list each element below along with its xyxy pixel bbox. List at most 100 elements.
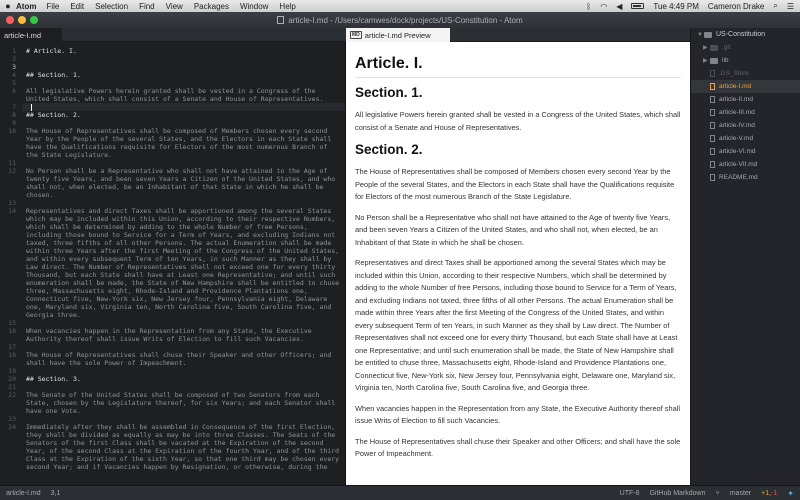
tree-root-folder[interactable]: ▼ US-Constitution <box>691 28 800 41</box>
line-number[interactable]: 12 <box>0 167 16 175</box>
line-number[interactable]: 11 <box>0 159 16 167</box>
line-number[interactable]: 21 <box>0 383 16 391</box>
line-number[interactable]: 22 <box>0 391 16 399</box>
menu-selection[interactable]: Selection <box>95 2 128 11</box>
line-number[interactable]: 23 <box>0 415 16 423</box>
code-line[interactable]: twenty five Years, and been seven Years … <box>26 175 342 183</box>
line-number[interactable]: 16 <box>0 327 16 335</box>
line-number[interactable]: 13 <box>0 199 16 207</box>
line-number[interactable]: 1 <box>0 47 16 55</box>
menu-help[interactable]: Help <box>279 2 295 11</box>
bluetooth-icon[interactable]: ᛒ <box>586 2 591 11</box>
markdown-preview[interactable]: Article. I. Section. 1. All legislative … <box>346 42 690 485</box>
status-cursor-position[interactable]: 3,1 <box>51 490 61 497</box>
line-number[interactable]: 2 <box>0 55 16 63</box>
code-line[interactable]: Year, of the second Class at the Expirat… <box>26 447 342 455</box>
line-number[interactable]: 8 <box>0 111 16 119</box>
window-minimize-button[interactable] <box>18 16 26 24</box>
wifi-icon[interactable]: ◠ <box>600 2 607 11</box>
tree-item-readme-md[interactable]: README.md <box>691 171 800 184</box>
code-line[interactable]: The House of Representatives shall be co… <box>26 127 342 135</box>
menu-clock[interactable]: Tue 4:49 PM <box>653 2 699 11</box>
code-line[interactable]: Representatives and direct Taxes shall b… <box>26 207 342 215</box>
code-line[interactable]: # Article. I. <box>26 47 342 55</box>
window-zoom-button[interactable] <box>30 16 38 24</box>
line-number[interactable]: 5 <box>0 79 16 87</box>
battery-icon[interactable] <box>631 3 645 9</box>
spotlight-search-icon[interactable]: ⌕ <box>773 1 777 11</box>
apple-menu-icon[interactable]: ● <box>0 1 16 11</box>
code-line[interactable]: have the Qualifications requisite for El… <box>26 143 342 151</box>
tab-article-i[interactable]: article-I.md <box>0 28 62 42</box>
status-encoding[interactable]: UTF-8 <box>620 490 640 497</box>
code-line[interactable]: three, Massachusetts eight, Rhode-Island… <box>26 287 342 295</box>
line-number[interactable]: 3 <box>0 63 16 71</box>
status-grammar[interactable]: GitHub Markdown <box>649 490 705 497</box>
line-number[interactable]: 14 <box>0 207 16 215</box>
menu-find[interactable]: Find <box>139 2 155 11</box>
tree-item-lib[interactable]: ▶ lib <box>691 54 800 67</box>
line-number[interactable]: 4 <box>0 71 16 79</box>
line-number[interactable]: 9 <box>0 119 16 127</box>
code-line[interactable]: one, Maryland six, Virginia ten, North C… <box>26 303 342 311</box>
line-number[interactable]: 20 <box>0 375 16 383</box>
menu-user[interactable]: Cameron Drake <box>708 2 764 11</box>
code-line[interactable]: Immediately after they shall be assemble… <box>26 423 342 431</box>
code-line[interactable]: second Year; and if Vacancies happen by … <box>26 463 342 471</box>
menu-view[interactable]: View <box>166 2 183 11</box>
menu-window[interactable]: Window <box>240 2 268 11</box>
line-number[interactable]: 24 <box>0 423 16 431</box>
code-line[interactable]: which shall be determined by adding to t… <box>26 223 342 231</box>
code-line[interactable]: Senators of the first Class shall be vac… <box>26 439 342 447</box>
twitter-icon[interactable]: ✦ <box>787 489 794 498</box>
line-number[interactable]: 17 <box>0 343 16 351</box>
tree-item-article-iii-md[interactable]: article-III.md <box>691 106 800 119</box>
tree-item-article-iv-md[interactable]: article-IV.md <box>691 119 800 132</box>
code-line[interactable]: and within every subsequent Term of ten … <box>26 255 342 263</box>
code-line[interactable]: All legislative Powers herein granted sh… <box>26 87 342 95</box>
chevron-right-icon[interactable]: ▶ <box>703 44 710 51</box>
notification-center-icon[interactable]: ☰ <box>787 2 794 11</box>
menu-file[interactable]: File <box>46 2 59 11</box>
line-number[interactable]: 7 <box>0 103 16 111</box>
menu-edit[interactable]: Edit <box>70 2 84 11</box>
code-line[interactable]: which may be included within this Union,… <box>26 215 342 223</box>
code-line[interactable]: Georgia three. <box>26 311 342 319</box>
code-area[interactable]: # Article. I. ## Section. 1. All legislati… <box>22 42 345 485</box>
tree-item-ds-store[interactable]: .DS_Store <box>691 67 800 80</box>
code-line[interactable]: The Senate of the United States shall be… <box>26 391 342 399</box>
code-line[interactable]: including those bound to Service for a T… <box>26 231 342 239</box>
tree-item-git[interactable]: ▶ .git <box>691 41 800 54</box>
code-line[interactable]: Authority thereof shall issue Writs of E… <box>26 335 342 343</box>
code-line[interactable]: Class at the Expiration of the sixth Yea… <box>26 455 342 463</box>
line-number[interactable]: 6 <box>0 87 16 95</box>
tree-item-article-i-md[interactable]: article-I.md <box>691 80 800 93</box>
line-number[interactable]: 10 <box>0 127 16 135</box>
status-file-name[interactable]: article-I.md <box>6 490 41 497</box>
code-line[interactable]: State, chosen by the Legislature thereof… <box>26 399 342 407</box>
volume-icon[interactable]: ◀ <box>616 2 622 11</box>
menu-app-atom[interactable]: Atom <box>16 2 36 11</box>
code-line[interactable]: Thousand, but each State shall have at L… <box>26 271 342 279</box>
tab-article-i-preview[interactable]: MD article-I.md Preview <box>346 28 450 42</box>
code-line[interactable]: ## Section. 1. <box>26 71 342 79</box>
tree-item-article-vii-md[interactable]: article-VII.md <box>691 158 800 171</box>
code-line[interactable]: taxed, three fifths of all other Persons… <box>26 239 342 247</box>
code-line[interactable]: the State Legislature. <box>26 151 342 159</box>
menu-packages[interactable]: Packages <box>194 2 229 11</box>
code-line[interactable]: shall have the sole Power of Impeachment… <box>26 359 342 367</box>
code-line[interactable]: United States, which shall consist of a … <box>26 95 342 103</box>
code-line[interactable]: Connecticut five, New-York six, New Jers… <box>26 295 342 303</box>
code-line[interactable]: The House of Representatives shall chuse… <box>26 351 342 359</box>
code-line[interactable]: No Person shall be a Representative who … <box>26 167 342 175</box>
code-line[interactable]: within three Years after the first Meeti… <box>26 247 342 255</box>
code-line[interactable]: they shall be divided as equally as may … <box>26 431 342 439</box>
code-line[interactable]: chosen. <box>26 191 342 199</box>
chevron-right-icon[interactable]: ▶ <box>703 57 710 64</box>
code-line[interactable]: have one Vote. <box>26 407 342 415</box>
line-number[interactable]: 15 <box>0 319 16 327</box>
window-close-button[interactable] <box>6 16 14 24</box>
code-line[interactable]: Law direct. The Number of Representative… <box>26 263 342 271</box>
code-line[interactable]: shall not, when elected, be an Inhabitan… <box>26 183 342 191</box>
tree-item-article-ii-md[interactable]: article-II.md <box>691 93 800 106</box>
